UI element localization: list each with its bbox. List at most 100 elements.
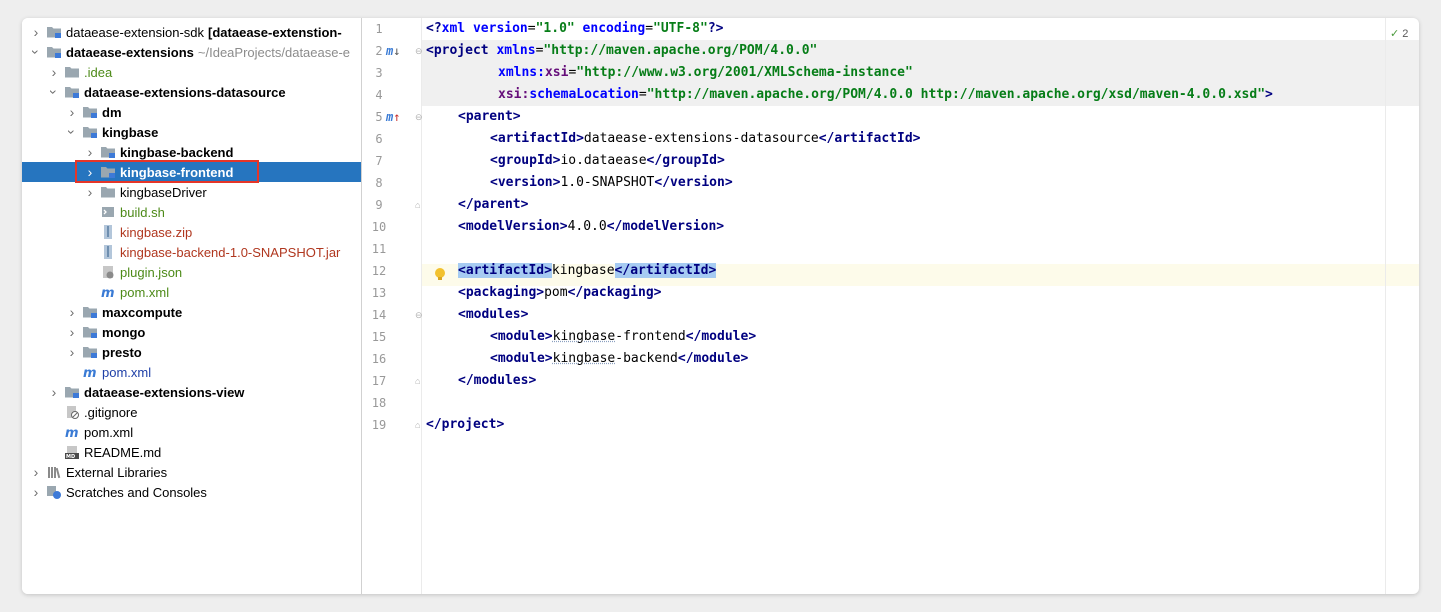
tree-item[interactable]: › kingbase — [22, 122, 361, 142]
tree-item[interactable]: › dataease-extensions ~/IdeaProjects/datae… — [22, 42, 361, 62]
code-line-16[interactable]: <module>kingbase-backend</module> — [490, 348, 748, 370]
tree-item[interactable]: › kingbase-frontend — [22, 162, 361, 182]
lightbulb-icon[interactable] — [433, 266, 447, 284]
tree-item[interactable]: m pom.xml — [22, 362, 361, 382]
tree-item-label: dataease-extensions — [66, 44, 194, 60]
tree-item-label: kingbase.zip — [120, 224, 193, 240]
code-line-5[interactable]: <parent> — [458, 106, 521, 128]
tree-item[interactable]: › Scratches and Consoles — [22, 482, 361, 502]
code-line-4[interactable]: xsi:schemaLocation="http://maven.apache.… — [498, 84, 1273, 106]
tree-item[interactable]: .gitignore — [22, 402, 361, 422]
line-number: 6 — [375, 132, 383, 146]
tree-item-label: kingbase-backend — [120, 144, 234, 160]
chevron-right-icon[interactable]: › — [30, 482, 42, 502]
line-number: 3 — [375, 66, 383, 80]
fold-marker-icon[interactable]: ⊖ — [415, 113, 424, 122]
tree-item[interactable]: › dataease-extensions-datasource — [22, 82, 361, 102]
tree-item-label: presto — [102, 344, 142, 360]
code-line-1[interactable]: <?xml version="1.0" encoding="UTF-8"?> — [426, 18, 723, 40]
tree-item[interactable]: › dm — [22, 102, 361, 122]
fold-end-icon[interactable]: ⌂ — [415, 201, 424, 210]
tree-item[interactable]: › maxcompute — [22, 302, 361, 322]
chevron-down-icon[interactable]: › — [62, 126, 82, 138]
tree-item[interactable]: kingbase-backend-1.0-SNAPSHOT.jar — [22, 242, 361, 262]
tree-item[interactable]: kingbase.zip — [22, 222, 361, 242]
chevron-down-icon[interactable]: › — [44, 86, 64, 98]
tree-item-label: dataease-extensions-view — [84, 384, 245, 400]
svg-text:m: m — [83, 366, 97, 380]
inspection-count: 2 — [1402, 28, 1409, 40]
scratches-icon — [46, 484, 62, 500]
chevron-right-icon[interactable]: › — [48, 382, 60, 402]
maven-file-icon: m — [82, 364, 98, 380]
tree-item[interactable]: plugin.json — [22, 262, 361, 282]
code-line-15[interactable]: <module>kingbase-frontend</module> — [490, 326, 756, 348]
tree-item[interactable]: › .idea — [22, 62, 361, 82]
tree-item[interactable]: › mongo — [22, 322, 361, 342]
maven-override-icon[interactable]: m↓ — [386, 40, 400, 62]
fold-marker-icon[interactable]: ⊖ — [415, 311, 424, 320]
shell-file-icon — [100, 204, 116, 220]
tree-item[interactable]: › dataease-extension-sdk [dataease-extenst… — [22, 22, 361, 42]
tree-item-label: pom.xml — [102, 364, 152, 380]
chevron-right-icon[interactable]: › — [30, 462, 42, 482]
chevron-right-icon[interactable]: › — [30, 22, 42, 42]
check-icon: ✓ — [1390, 28, 1400, 40]
code-line-19[interactable]: </project> — [426, 414, 504, 436]
line-number: 10 — [371, 220, 387, 234]
tree-item-label: plugin.json — [120, 264, 183, 280]
chevron-right-icon[interactable]: › — [66, 302, 78, 322]
tree-item[interactable]: MD README.md — [22, 442, 361, 462]
chevron-right-icon[interactable]: › — [84, 162, 96, 182]
code-line-8[interactable]: <version>1.0-SNAPSHOT</version> — [490, 172, 733, 194]
code-line-17[interactable]: </modules> — [458, 370, 536, 392]
svg-text:m: m — [101, 286, 115, 300]
tree-item[interactable]: m pom.xml — [22, 282, 361, 302]
code-line-14[interactable]: <modules> — [458, 304, 528, 326]
code-line-13[interactable]: <packaging>pom</packaging> — [458, 282, 662, 304]
tree-item[interactable]: › External Libraries — [22, 462, 361, 482]
module-folder-icon — [82, 304, 98, 320]
line-number: 15 — [371, 330, 387, 344]
tree-item[interactable]: › kingbase-backend — [22, 142, 361, 162]
chevron-right-icon[interactable]: › — [66, 102, 78, 122]
code-line-12[interactable]: <artifactId>kingbase</artifactId> — [458, 260, 717, 282]
chevron-right-icon[interactable]: › — [66, 342, 78, 362]
chevron-right-icon[interactable]: › — [84, 182, 96, 202]
svg-text:MD: MD — [66, 454, 75, 460]
line-number: 9 — [375, 198, 383, 212]
line-number: 13 — [371, 286, 387, 300]
code-line-2[interactable]: <project xmlns="http://maven.apache.org/… — [426, 40, 817, 62]
chevron-right-icon[interactable]: › — [84, 142, 96, 162]
line-number: 19 — [371, 418, 387, 432]
tree-item[interactable]: › dataease-extensions-view — [22, 382, 361, 402]
tree-item[interactable]: › presto — [22, 342, 361, 362]
project-alias: [dataease-extenstion- — [208, 24, 342, 40]
chevron-down-icon[interactable]: › — [26, 46, 46, 58]
chevron-right-icon[interactable]: › — [66, 322, 78, 342]
tree-item[interactable]: m pom.xml — [22, 422, 361, 442]
maven-parent-icon[interactable]: m↑ — [386, 106, 400, 128]
code-line-7[interactable]: <groupId>io.dataease</groupId> — [490, 150, 725, 172]
tree-item-label: pom.xml — [84, 424, 134, 440]
inspection-widget[interactable]: ✓ 2 — [1390, 27, 1408, 40]
tree-item[interactable]: build.sh — [22, 202, 361, 222]
fold-marker-icon[interactable]: ⊖ — [415, 47, 424, 56]
tree-item-label: .idea — [84, 64, 113, 80]
tree-item[interactable]: › kingbaseDriver — [22, 182, 361, 202]
fold-end-icon[interactable]: ⌂ — [415, 377, 424, 386]
project-tree[interactable]: › dataease-extension-sdk [dataease-extenst… — [22, 18, 361, 594]
code-line-3[interactable]: xmlns:xsi="http://www.w3.org/2001/XMLSch… — [498, 62, 913, 84]
tree-item-label: mongo — [102, 324, 146, 340]
code-line-10[interactable]: <modelVersion>4.0.0</modelVersion> — [458, 216, 724, 238]
code-line-9[interactable]: </parent> — [458, 194, 528, 216]
tree-item-label: pom.xml — [120, 284, 170, 300]
chevron-right-icon[interactable]: › — [48, 62, 60, 82]
code-line-6[interactable]: <artifactId>dataease-extensions-datasour… — [490, 128, 920, 150]
fold-end-icon[interactable]: ⌂ — [415, 421, 424, 430]
module-folder-icon — [82, 344, 98, 360]
